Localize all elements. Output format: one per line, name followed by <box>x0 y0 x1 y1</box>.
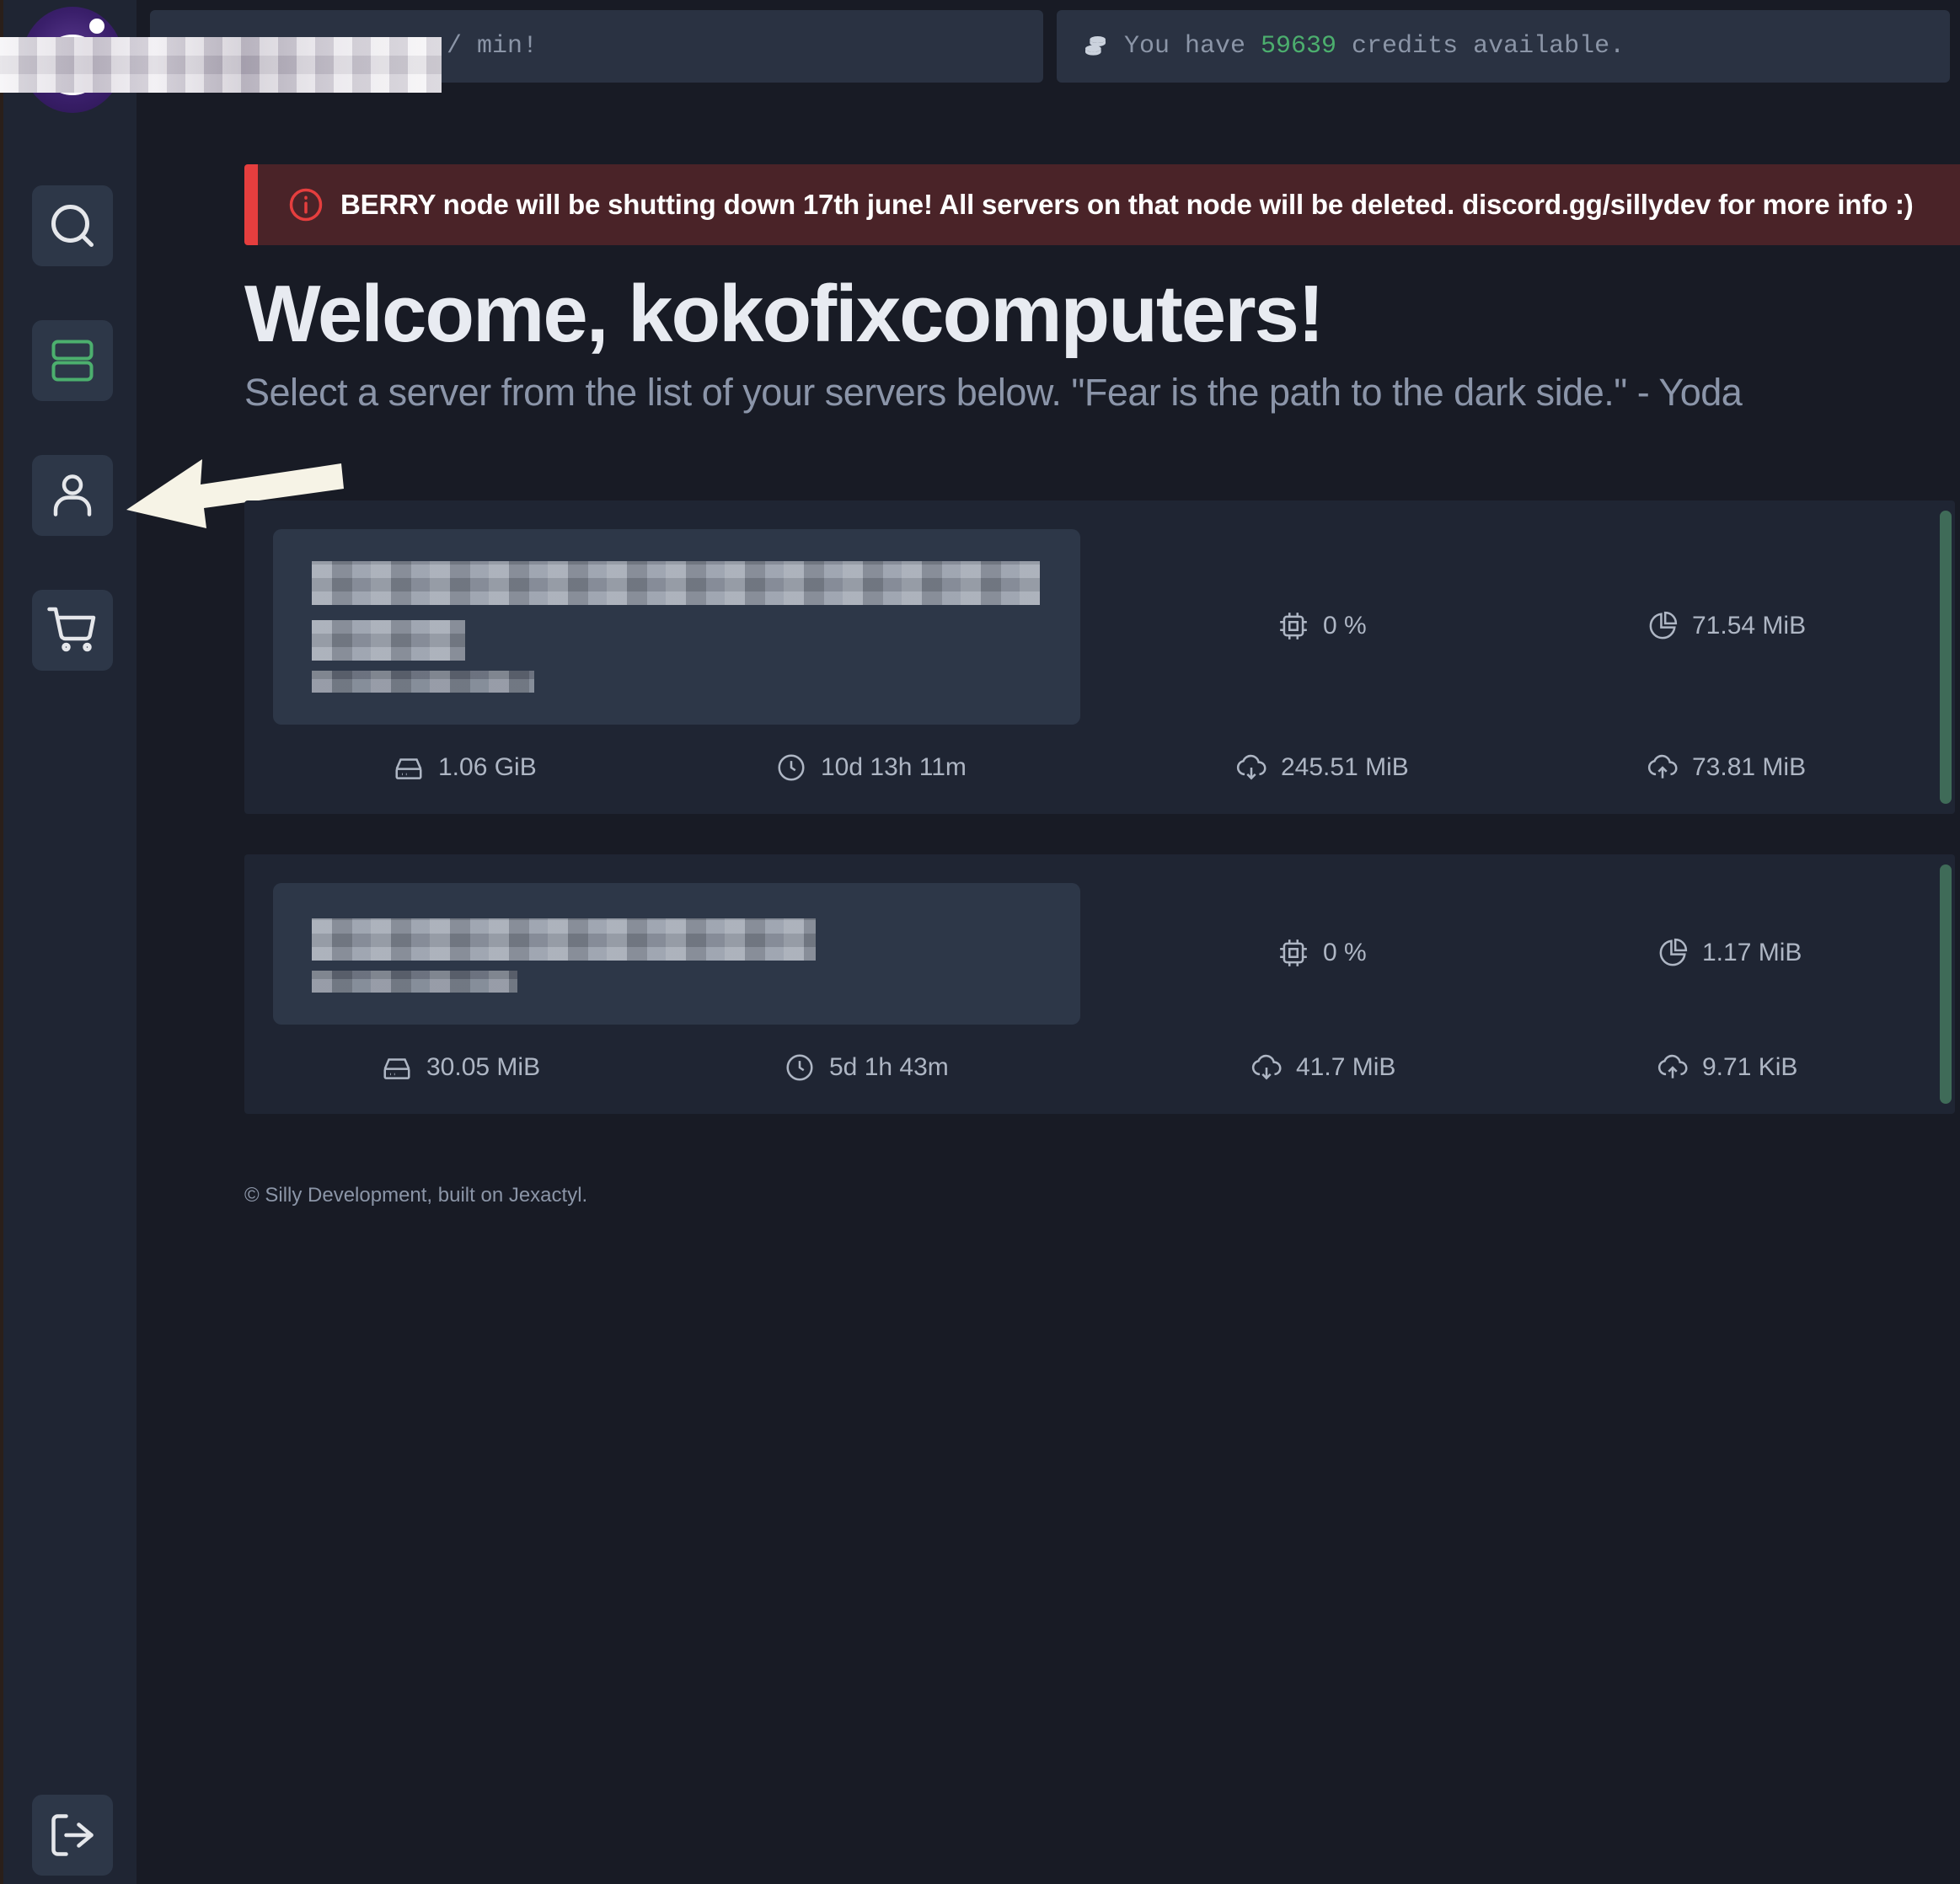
memory-stat: 1.17 MiB <box>1657 937 1802 969</box>
redacted-overlay <box>0 37 442 93</box>
alert-banner: BERRY node will be shutting down 17th ju… <box>244 164 1960 245</box>
credits-prefix: You have <box>1124 32 1261 61</box>
network-out-value: 9.71 KiB <box>1702 1053 1798 1081</box>
server-card[interactable]: 0 % 71.54 MiB 1.06 GiB 10d 13h 11m 245.5… <box>244 500 1955 814</box>
server-icon <box>51 340 94 382</box>
network-in-stat: 41.7 MiB <box>1250 1052 1395 1084</box>
page-subtitle: Select a server from the list of your se… <box>244 371 1743 414</box>
network-out-stat: 73.81 MiB <box>1647 752 1806 784</box>
redacted-server-name <box>312 620 465 661</box>
cpu-value: 0 % <box>1323 939 1367 966</box>
uptime-stat: 5d 1h 43m <box>784 1052 949 1084</box>
memory-value: 1.17 MiB <box>1702 939 1802 966</box>
credits-bar: You have 59639 credits available. <box>1057 10 1950 83</box>
server-name-box[interactable] <box>273 529 1080 725</box>
cloud-upload-icon <box>1657 1054 1688 1078</box>
network-out-stat: 9.71 KiB <box>1657 1052 1797 1084</box>
cloud-download-icon <box>1251 1054 1282 1080</box>
disk-value: 1.06 GiB <box>438 753 537 781</box>
sidebar-item-servers[interactable] <box>32 320 113 401</box>
disk-value: 30.05 MiB <box>426 1053 541 1081</box>
cpu-icon <box>1280 613 1307 640</box>
cloud-upload-icon <box>1647 754 1678 779</box>
network-in-value: 245.51 MiB <box>1281 753 1409 781</box>
cloud-download-icon <box>1236 754 1267 780</box>
memory-stat: 71.54 MiB <box>1647 610 1806 642</box>
cpu-stat: 0 % <box>1277 937 1367 969</box>
user-icon <box>53 474 92 516</box>
cpu-stat: 0 % <box>1277 610 1367 642</box>
logo-dot <box>89 19 104 34</box>
sidebar-item-search[interactable] <box>32 185 113 266</box>
status-indicator <box>1940 864 1952 1104</box>
memory-value: 71.54 MiB <box>1692 612 1807 640</box>
hard-drive-icon <box>383 1058 410 1079</box>
sidebar-item-account[interactable] <box>32 455 113 536</box>
network-in-stat: 245.51 MiB <box>1235 752 1409 784</box>
sidebar-item-store[interactable] <box>32 590 113 671</box>
redacted-server-address <box>312 671 534 693</box>
redacted-server-name <box>312 918 816 961</box>
uptime-value: 10d 13h 11m <box>821 753 967 781</box>
search-icon <box>51 205 94 247</box>
logout-icon <box>51 1814 94 1856</box>
network-in-value: 41.7 MiB <box>1296 1053 1396 1081</box>
server-card[interactable]: 0 % 1.17 MiB 30.05 MiB 5d 1h 43m 41.7 Mi… <box>244 854 1955 1114</box>
footer-text: © Silly Development, built on Jexactyl. <box>244 1184 588 1207</box>
info-icon <box>289 188 323 222</box>
sidebar-item-logout[interactable] <box>32 1795 113 1876</box>
cart-icon <box>47 607 96 652</box>
sidebar <box>3 0 137 1884</box>
clock-icon <box>786 1054 813 1081</box>
coins-icon <box>1085 36 1106 56</box>
cpu-value: 0 % <box>1323 612 1367 640</box>
cpu-icon <box>1280 939 1307 966</box>
disk-stat: 30.05 MiB <box>381 1052 540 1084</box>
credits-value: 59639 <box>1261 32 1337 61</box>
disk-stat: 1.06 GiB <box>393 752 537 784</box>
server-name-box[interactable] <box>273 883 1080 1025</box>
alert-text: BERRY node will be shutting down 17th ju… <box>340 189 1914 220</box>
page-title: Welcome, kokofixcomputers! <box>244 269 1325 359</box>
pie-chart-icon <box>1649 611 1678 640</box>
status-indicator <box>1940 511 1952 804</box>
uptime-stat: 10d 13h 11m <box>775 752 967 784</box>
pie-chart-icon <box>1659 938 1688 966</box>
credits-suffix: credits available. <box>1336 32 1625 61</box>
uptime-value: 5d 1h 43m <box>829 1053 949 1081</box>
clock-icon <box>778 754 805 781</box>
hard-drive-icon <box>395 758 422 779</box>
network-out-value: 73.81 MiB <box>1692 753 1807 781</box>
redacted-server-name <box>312 561 1040 605</box>
redacted-server-address <box>312 971 517 993</box>
